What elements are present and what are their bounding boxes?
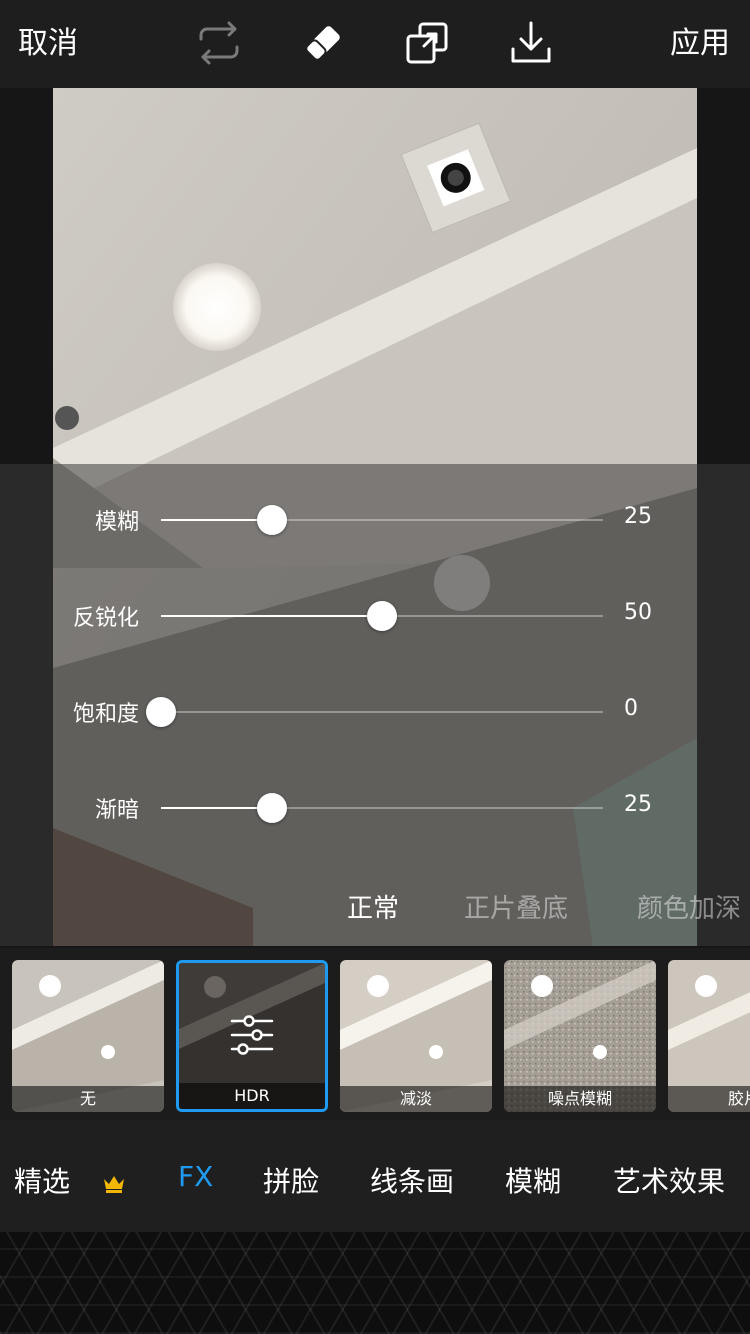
slider-handle[interactable] [367,601,397,631]
slider-label: 反锐化 [72,606,139,631]
filter-label: HDR [179,1083,325,1109]
slider-fill [161,615,382,617]
filter-label: 无 [12,1086,164,1112]
filter-thumb-noise-blur[interactable]: 噪点模糊 [504,960,656,1112]
saturation-slider-row: 饱和度 0 [0,682,750,742]
top-toolbar: 取消 应用 [0,0,750,88]
category-tabs: 精选 FX 拼脸 线条画 模糊 艺术效果 [0,1120,750,1232]
filter-thumb-none[interactable]: 无 [12,960,164,1112]
fade-slider[interactable] [161,793,603,823]
blend-mode-color-burn[interactable]: 颜色加深 [637,888,741,925]
slider-label: 模糊 [94,510,139,535]
compare-icon[interactable] [402,18,452,68]
slider-value: 25 [624,504,652,529]
cancel-button[interactable]: 取消 [18,22,78,66]
apply-button[interactable]: 应用 [670,22,730,66]
tab-line-drawing[interactable]: 线条画 [370,1160,454,1200]
blur-slider[interactable] [161,505,603,535]
fade-slider-row: 渐暗 25 [0,778,750,838]
filter-label: 胶片 [668,1086,750,1112]
tab-featured[interactable]: 精选 [14,1160,125,1200]
blur-slider-row: 模糊 25 [0,490,750,550]
tab-face-swap[interactable]: 拼脸 [263,1160,319,1200]
editing-canvas: 模糊 25 反锐化 50 饱和度 0 渐暗 25 正常 正片叠底 颜色加深 [0,88,750,948]
blend-mode-multiply[interactable]: 正片叠底 [464,888,568,925]
slider-handle[interactable] [256,793,287,823]
filter-label: 减淡 [340,1086,492,1112]
filter-thumb-dodge[interactable]: 减淡 [340,960,492,1112]
crown-icon [103,1167,125,1200]
slider-value: 50 [624,600,652,625]
slider-value: 0 [624,696,638,721]
eraser-icon[interactable] [298,18,348,68]
decorative-pattern [0,1232,750,1334]
slider-handle[interactable] [256,505,287,535]
tab-artistic[interactable]: 艺术效果 [613,1160,725,1200]
saturation-slider[interactable] [146,697,603,727]
slider-handle[interactable] [146,697,176,727]
filter-thumb-hdr[interactable]: HDR [176,960,328,1112]
slider-fill [161,807,272,809]
swap-icon[interactable] [194,18,244,68]
tab-fx[interactable]: FX [178,1160,213,1193]
fx-settings-panel: 模糊 25 反锐化 50 饱和度 0 渐暗 25 正常 正片叠底 颜色加深 [0,464,750,946]
unsharp-slider[interactable] [161,601,603,631]
slider-value: 25 [624,792,652,817]
slider-fill [161,519,272,521]
tab-label: 精选 [14,1165,71,1198]
filter-label: 噪点模糊 [504,1086,656,1112]
adjust-settings-icon[interactable] [230,1015,274,1055]
blend-mode-normal[interactable]: 正常 [347,888,399,925]
blend-mode-selector: 正常 正片叠底 颜色加深 [0,882,750,932]
slider-label: 渐暗 [94,798,139,823]
filter-strip: 无 HDR 减淡 噪点模糊 胶 [0,948,750,1120]
unsharp-slider-row: 反锐化 50 [0,586,750,646]
slider-label: 饱和度 [72,702,139,727]
tab-blur[interactable]: 模糊 [505,1160,561,1200]
filter-thumb-film[interactable]: 胶片 [668,960,750,1112]
download-icon[interactable] [506,18,556,68]
